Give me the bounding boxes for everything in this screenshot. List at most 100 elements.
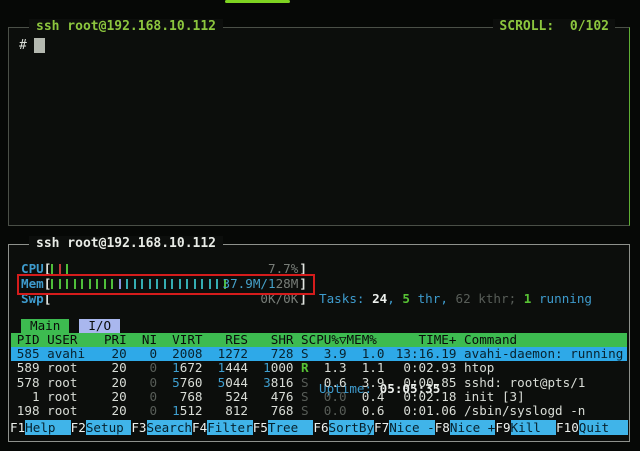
cell-pri: 20: [100, 347, 127, 361]
scroll-indicator: SCROLL: 0/102: [493, 19, 615, 34]
terminal-cursor: [34, 38, 45, 53]
meter-tick: [216, 279, 218, 289]
cell-time: 13:16.19: [384, 347, 456, 361]
cell-user: root: [47, 361, 100, 375]
column-header-virt[interactable]: VIRT: [157, 333, 202, 347]
cell-shr: 3816: [248, 376, 293, 390]
process-row-578[interactable]: 578root200576050443816S0.63.90:00.85sshd…: [11, 376, 627, 390]
meter-tick: [59, 279, 61, 289]
cell-pid: 578: [13, 376, 40, 390]
cell-user: root: [47, 376, 100, 390]
fn-f6-sortby[interactable]: F6SortBy: [313, 420, 374, 435]
mem-meter-bar: 37.9M/128M: [51, 277, 299, 290]
fn-key-label: F1: [10, 420, 25, 435]
cell-mem: 3.9: [347, 376, 385, 390]
cell-virt: 1672: [157, 361, 202, 375]
top-terminal-pane[interactable]: ssh root@192.168.10.112 SCROLL: 0/102 #: [8, 27, 630, 226]
bottom-terminal-pane[interactable]: ssh root@192.168.10.112 CPU[7.7%] Mem[37…: [8, 244, 630, 442]
column-header-pri[interactable]: PRI: [100, 333, 127, 347]
cpu-meter: CPU[7.7%]: [21, 261, 307, 276]
fn-f8-nice[interactable]: F8Nice +: [435, 420, 496, 435]
column-header-command[interactable]: Command: [464, 333, 627, 347]
cell-cpu: 0.6: [309, 376, 347, 390]
meter-tick: [66, 279, 68, 289]
cell-pid: 589: [13, 361, 40, 375]
cell-user: root: [47, 390, 100, 404]
meter-tick: [186, 279, 188, 289]
column-header-cpu%[interactable]: CPU%▽: [309, 333, 347, 347]
mem-meter-used: 37.9M/1: [223, 277, 276, 290]
column-header-shr[interactable]: SHR: [248, 333, 293, 347]
function-key-bar: F1Help F2Setup F3SearchF4FilterF5Tree F6…: [10, 420, 628, 435]
process-row-1[interactable]: 1root200768524476S0.00.40:02.18init [3]: [11, 390, 627, 404]
meter-tick: [156, 279, 158, 289]
cell-shr: 476: [248, 390, 293, 404]
tasks-count: 24: [372, 291, 387, 306]
tab-io[interactable]: I/O: [79, 319, 120, 333]
fn-f1-help[interactable]: F1Help: [10, 420, 71, 435]
cpu-meter-value: 7.7%: [268, 262, 298, 275]
column-header-res[interactable]: RES: [203, 333, 248, 347]
process-row-198[interactable]: 198root2001512812768S0.00.60:01.06/sbin/…: [11, 404, 627, 418]
cell-cpu: 3.9: [309, 347, 347, 361]
cell-pri: 20: [100, 361, 127, 375]
cell-res: 5044: [203, 376, 248, 390]
fn-f5-tree[interactable]: F5Tree: [253, 420, 314, 435]
meter-tick: [89, 279, 91, 289]
cell-res: 812: [203, 404, 248, 418]
process-table-header[interactable]: PID USERPRINIVIRTRESSHRSCPU%▽MEM%TIME+ Com…: [11, 333, 627, 347]
cell-state: S: [293, 404, 308, 418]
meter-tick: [179, 279, 181, 289]
tab-main[interactable]: Main: [21, 319, 69, 333]
column-header-user[interactable]: USER: [47, 333, 100, 347]
process-row-585[interactable]: 585avahi20020081272728S3.91.013:16.19ava…: [11, 347, 627, 361]
shell-prompt: #: [19, 38, 27, 53]
fn-f3-search[interactable]: F3Search: [131, 420, 192, 435]
cell-time: 0:02.93: [384, 361, 456, 375]
column-header-mem%[interactable]: MEM%: [347, 333, 385, 347]
fn-key-label: F10: [556, 420, 579, 435]
fn-action-label: Help: [25, 420, 71, 435]
cell-mem: 0.4: [347, 390, 385, 404]
cell-user: root: [47, 404, 100, 418]
fn-f9-kill[interactable]: F9Kill: [495, 420, 556, 435]
cell-pid: 585: [13, 347, 40, 361]
meter-tick: [59, 264, 61, 274]
fn-action-label: Quit: [579, 420, 628, 435]
meter-tick: [104, 279, 106, 289]
cell-state: S: [293, 390, 308, 404]
fn-key-label: F7: [374, 420, 389, 435]
fn-f10-quit[interactable]: F10Quit: [556, 420, 628, 435]
column-header-s[interactable]: S: [293, 333, 308, 347]
meter-tick: [119, 279, 121, 289]
cell-shr: 768: [248, 404, 293, 418]
cell-shr: 1000: [248, 361, 293, 375]
column-header-pid[interactable]: PID: [13, 333, 40, 347]
fn-key-label: F5: [253, 420, 268, 435]
process-row-589[interactable]: 589root200167214441000R1.31.10:02.93htop: [11, 361, 627, 375]
cell-virt: 2008: [157, 347, 202, 361]
meter-tick: [51, 264, 53, 274]
meter-tick: [164, 279, 166, 289]
process-table: PIDUSERPRINIVIRTRESSHRSCPU%▽MEM%TIME+Com…: [11, 333, 627, 418]
cell-virt: 5760: [157, 376, 202, 390]
fn-f2-setup[interactable]: F2Setup: [71, 420, 132, 435]
fn-f7-nice[interactable]: F7Nice -: [374, 420, 435, 435]
cell-pri: 20: [100, 390, 127, 404]
mem-meter-total: 28M: [276, 277, 299, 290]
cell-ni: 0: [127, 376, 157, 390]
meter-tick: [134, 279, 136, 289]
meter-tick: [149, 279, 151, 289]
column-header-time+[interactable]: TIME+: [384, 333, 456, 347]
meter-tick: [201, 279, 203, 289]
fn-action-label: Tree: [268, 420, 314, 435]
cell-time: 0:02.18: [384, 390, 456, 404]
meter-tick: [171, 279, 173, 289]
cell-state: R: [293, 361, 308, 375]
swp-meter-label: Swp: [21, 291, 44, 306]
cell-ni: 0: [127, 404, 157, 418]
cell-command: sshd: root@pts/1: [464, 376, 627, 390]
column-header-ni[interactable]: NI: [127, 333, 157, 347]
cell-mem: 1.0: [347, 347, 385, 361]
fn-f4-filter[interactable]: F4Filter: [192, 420, 253, 435]
